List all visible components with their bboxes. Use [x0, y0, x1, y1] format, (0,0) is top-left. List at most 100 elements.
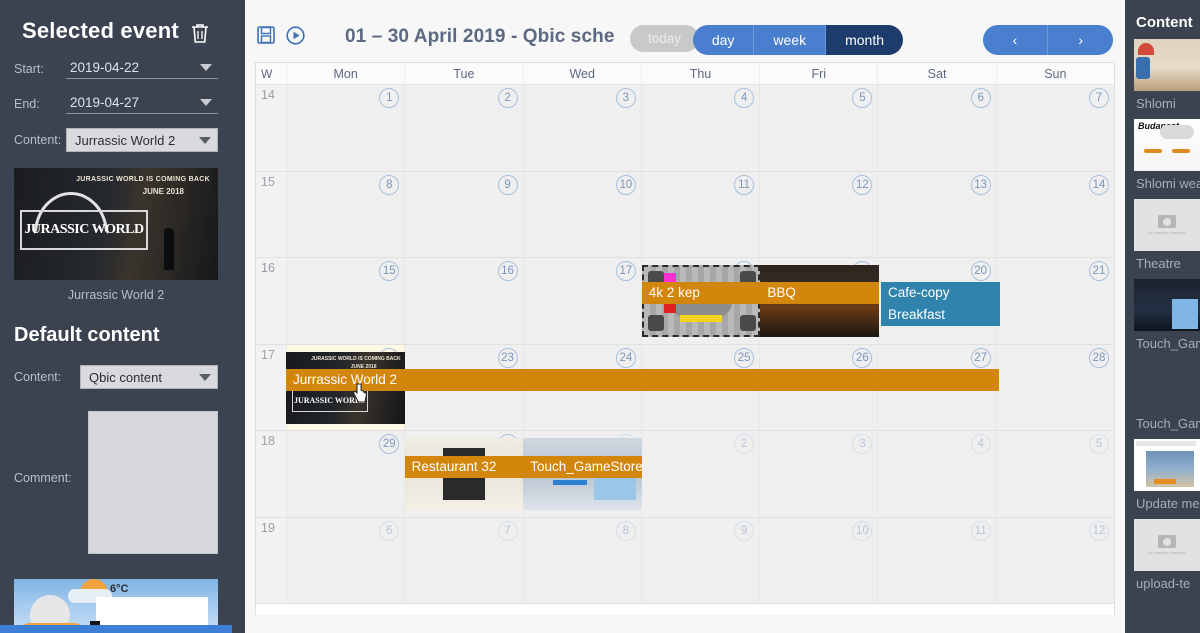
day-number: 15	[379, 261, 400, 281]
end-date-select[interactable]: 2019-04-27	[66, 93, 218, 114]
calendar-day-cell[interactable]: 28	[995, 344, 1114, 430]
dow-sat: Sat	[877, 63, 995, 84]
event-bar-bbq[interactable]: BBQ	[760, 282, 879, 304]
day-number: 21	[1088, 261, 1109, 281]
calendar-day-cell[interactable]: 2	[404, 85, 523, 171]
event-bar-restaurant-32[interactable]: Restaurant 32	[404, 456, 524, 478]
view-switcher: day week month	[692, 25, 903, 55]
end-field-row: End: 2019-04-27	[0, 93, 232, 114]
tab-day[interactable]: day	[692, 25, 755, 55]
event-bar-breakfast[interactable]: Breakfast	[881, 304, 1000, 326]
event-bar-cafe-copy[interactable]: Cafe-copy	[881, 282, 1000, 304]
content-thumbnail: Budapest	[1134, 119, 1200, 171]
play-button[interactable]	[286, 26, 305, 50]
calendar-day-cell[interactable]: 7	[995, 85, 1114, 171]
calendar-day-cell[interactable]: 14	[995, 171, 1114, 257]
event-bar-touch-gamestore[interactable]: Touch_GameStore	[523, 456, 642, 478]
calendar-day-cell[interactable]: 8	[286, 171, 405, 257]
calendar-day-cell[interactable]: 5	[995, 431, 1114, 517]
day-number: 8	[615, 520, 636, 541]
calendar-day-cell[interactable]: 10	[759, 517, 878, 603]
content-library-item[interactable]: Update me	[1128, 439, 1200, 511]
event-bar-4k2kep[interactable]: 4k 2 kep	[641, 282, 761, 304]
calendar-day-cell[interactable]: 1	[286, 85, 405, 171]
dow-thu: Thu	[640, 63, 759, 84]
day-number: 16	[497, 261, 518, 281]
default-content-row: Content: Qbic content	[0, 365, 232, 389]
content-item-caption: upload-te	[1136, 576, 1191, 591]
event-bar-jurrassic-world-2[interactable]: Jurrassic World 2	[286, 369, 999, 391]
calendar-day-cell[interactable]: 12	[759, 171, 878, 257]
calendar-day-cell[interactable]: 7	[404, 517, 523, 603]
day-number: 7	[1088, 88, 1109, 108]
comment-input[interactable]	[88, 411, 218, 554]
day-number: 1	[379, 88, 400, 108]
calendar-day-cell[interactable]: 17	[522, 258, 641, 344]
content-library-item[interactable]: Budapest Shlomi wea	[1128, 119, 1200, 191]
day-number: 13	[970, 174, 991, 195]
content-library-item[interactable]: No preview available upload-te	[1128, 519, 1200, 591]
calendar-title: 01 – 30 April 2019 - Qbic sche	[345, 26, 615, 47]
day-number: 30	[497, 434, 518, 454]
week-number: 17	[256, 344, 286, 430]
calendar-grid: W Mon Tue Wed Thu Fri Sat Sun 14 1 2 3 4 5 6 7 1…	[255, 62, 1115, 615]
calendar-day-cell[interactable]: 6	[877, 85, 996, 171]
day-number: 9	[497, 174, 518, 195]
calendar-day-cell[interactable]: 29	[286, 431, 405, 517]
calendar-day-cell[interactable]: 3	[522, 85, 641, 171]
preview-logo-text: JURASSIC WORLD	[20, 210, 148, 250]
calendar-day-cell[interactable]: 2	[640, 431, 760, 517]
prev-period-button[interactable]: ‹	[982, 25, 1049, 55]
day-number: 24	[615, 347, 636, 368]
left-sidebar: Selected event Start: 2019-04-22 End: 20…	[0, 0, 232, 633]
sidebar-scroll-gutter	[232, 0, 253, 633]
calendar-day-cell[interactable]: 6	[286, 517, 405, 603]
calendar-day-cell[interactable]: 12	[995, 517, 1114, 603]
end-date-value: 2019-04-27	[70, 95, 140, 110]
calendar-day-cell[interactable]: 10	[522, 171, 641, 257]
caret-down-icon	[199, 373, 211, 381]
week-number: 15	[256, 171, 286, 257]
content-library-item[interactable]: No preview available Theatre	[1128, 199, 1200, 271]
calendar-day-cell[interactable]: 15	[286, 258, 405, 344]
dow-sun: Sun	[995, 63, 1114, 84]
day-number: 23	[497, 347, 518, 368]
day-number: 9	[734, 520, 755, 541]
event-content-select[interactable]: Jurrassic World 2	[66, 128, 218, 152]
start-date-select[interactable]: 2019-04-22	[66, 58, 218, 79]
day-number: 3	[852, 434, 873, 454]
calendar-day-cell[interactable]: 21	[995, 258, 1114, 344]
calendar-day-cell[interactable]: 16	[404, 258, 523, 344]
content-library-item[interactable]: Touch_Gam	[1128, 359, 1200, 431]
calendar-day-cell[interactable]: 3	[759, 431, 878, 517]
sidebar-bottom-accent	[0, 625, 232, 633]
day-number: 4	[734, 88, 755, 108]
next-period-button[interactable]: ›	[1048, 25, 1113, 55]
day-number: 1	[615, 434, 636, 454]
calendar-day-cell[interactable]: 11	[640, 171, 760, 257]
day-number: 17	[615, 261, 636, 281]
day-number: 28	[1088, 347, 1109, 368]
content-item-caption: Update me	[1136, 496, 1200, 511]
calendar-day-cell[interactable]: 11	[877, 517, 996, 603]
calendar-day-cell[interactable]: 5	[759, 85, 878, 171]
day-number: 2	[734, 434, 755, 454]
tab-month[interactable]: month	[826, 25, 903, 55]
day-number: 10	[615, 174, 636, 195]
day-number: 12	[1088, 520, 1109, 541]
calendar-day-cell[interactable]: 8	[522, 517, 641, 603]
default-content-select[interactable]: Qbic content	[80, 365, 218, 389]
delete-event-button[interactable]	[190, 22, 210, 44]
today-button[interactable]: today	[629, 25, 699, 52]
content-library-item[interactable]: Touch_Gam	[1128, 279, 1200, 351]
calendar-day-cell[interactable]: 4	[877, 431, 996, 517]
calendar-day-cell[interactable]: 9	[640, 517, 760, 603]
calendar-day-cell[interactable]: 9	[404, 171, 523, 257]
tab-week[interactable]: week	[754, 25, 827, 55]
calendar-day-cell[interactable]: 4	[640, 85, 760, 171]
dow-fri: Fri	[759, 63, 877, 84]
content-item-caption: Shlomi	[1136, 96, 1176, 111]
save-button[interactable]	[257, 26, 275, 49]
calendar-day-cell[interactable]: 13	[877, 171, 996, 257]
content-library-item[interactable]: Shlomi	[1128, 39, 1200, 111]
